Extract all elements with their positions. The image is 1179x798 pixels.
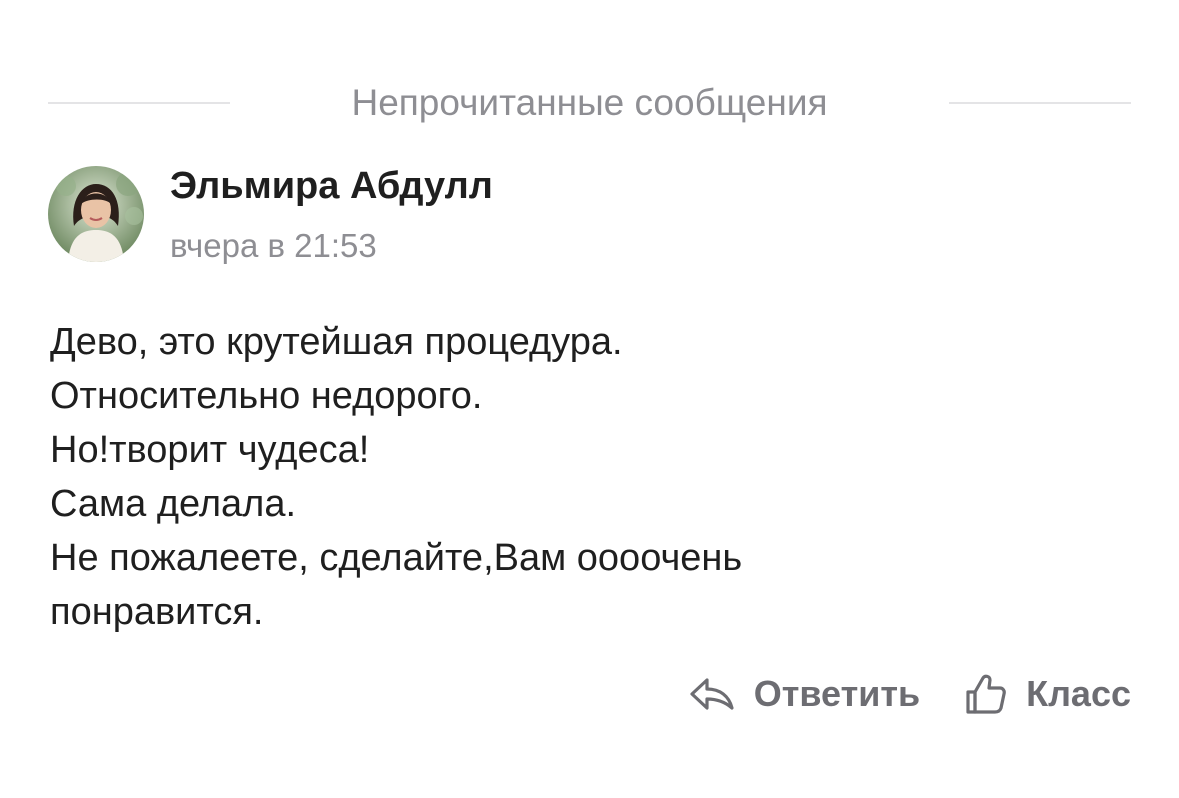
- comment-line: Не пожалеете, сделайте,Вам оооочень: [50, 537, 743, 579]
- divider-line-left: [48, 102, 230, 104]
- avatar[interactable]: [48, 166, 144, 262]
- comment-line: Относительно недорого.: [50, 375, 483, 417]
- comment-line: понравится.: [50, 591, 264, 633]
- author-block: Эльмира Абдулл вчера в 21:53: [170, 166, 493, 264]
- comment-text: Дево, это крутейшая процедура. Относител…: [50, 315, 1130, 639]
- comment-header: Эльмира Абдулл вчера в 21:53: [48, 166, 493, 264]
- like-label: Класс: [1026, 673, 1131, 714]
- reply-arrow-icon: [690, 678, 734, 710]
- like-button[interactable]: Класс: [964, 672, 1131, 716]
- author-name[interactable]: Эльмира Абдулл: [170, 166, 493, 206]
- avatar-photo-icon: [48, 166, 144, 262]
- reply-button[interactable]: Ответить: [688, 673, 920, 715]
- comment-line: Дево, это крутейшая процедура.: [50, 321, 623, 363]
- comments-screen: Непрочитанные сообщения Эльмира Абдулл в…: [0, 0, 1179, 798]
- unread-divider: Непрочитанные сообщения: [48, 78, 1131, 128]
- thumbs-up-icon: [966, 674, 1006, 714]
- comment-actions: Ответить Класс: [688, 672, 1131, 716]
- comment-line: Но!творит чудеса!: [50, 429, 370, 471]
- unread-divider-label: Непрочитанные сообщения: [351, 82, 828, 123]
- divider-line-right: [949, 102, 1131, 104]
- comment-line: Сама делала.: [50, 483, 297, 525]
- comment-timestamp: вчера в 21:53: [170, 227, 377, 264]
- reply-label: Ответить: [753, 673, 921, 714]
